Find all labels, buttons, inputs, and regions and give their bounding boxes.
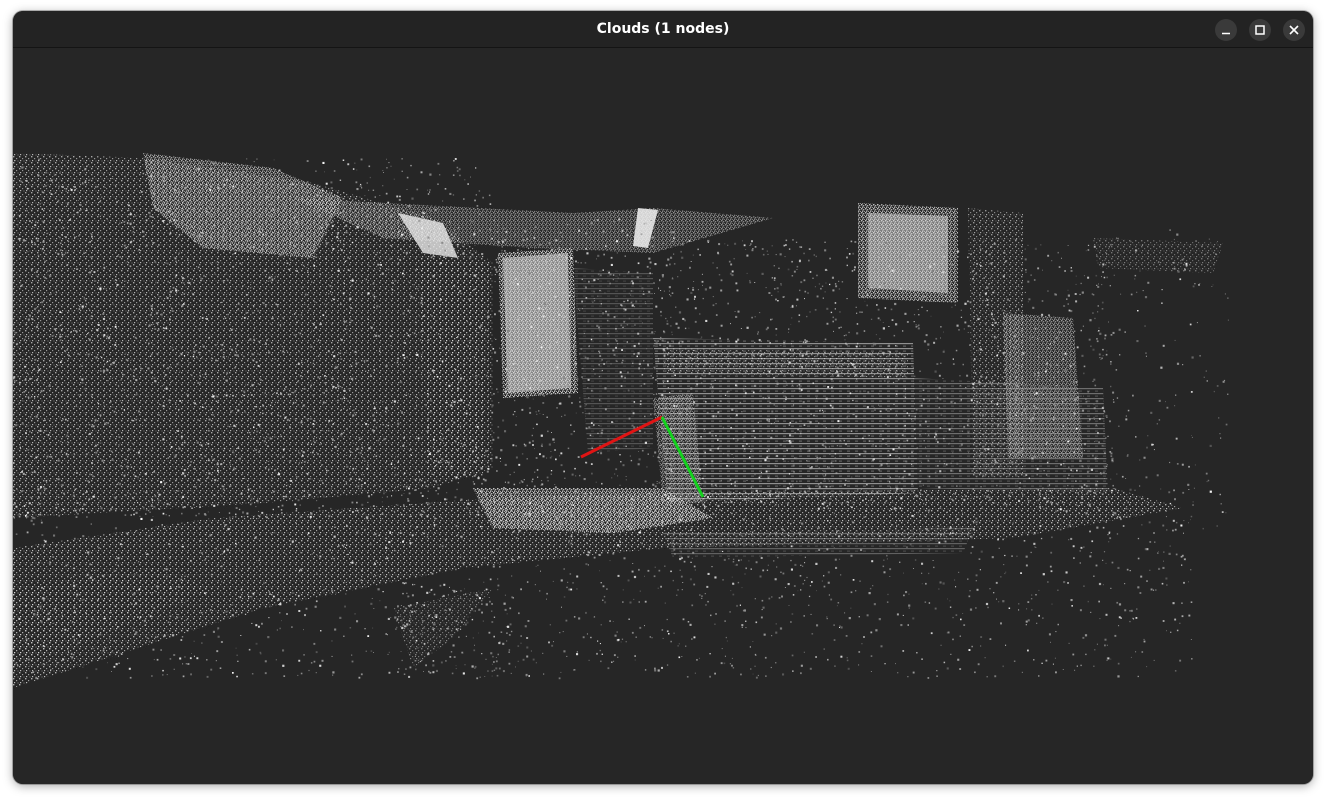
close-button[interactable] <box>1283 19 1305 41</box>
close-icon <box>1289 25 1299 35</box>
minimize-icon <box>1222 32 1230 35</box>
maximize-button[interactable] <box>1249 19 1271 41</box>
clouds-window: Clouds (1 nodes) <box>13 11 1313 784</box>
point-cloud-viewport[interactable] <box>13 48 1313 784</box>
point-cloud-canvas[interactable] <box>13 48 1313 784</box>
point-cloud-structure <box>13 153 1223 688</box>
minimize-button[interactable] <box>1215 19 1237 41</box>
title-bar[interactable]: Clouds (1 nodes) <box>13 11 1313 48</box>
maximize-icon <box>1255 25 1265 35</box>
window-title: Clouds (1 nodes) <box>596 21 730 37</box>
